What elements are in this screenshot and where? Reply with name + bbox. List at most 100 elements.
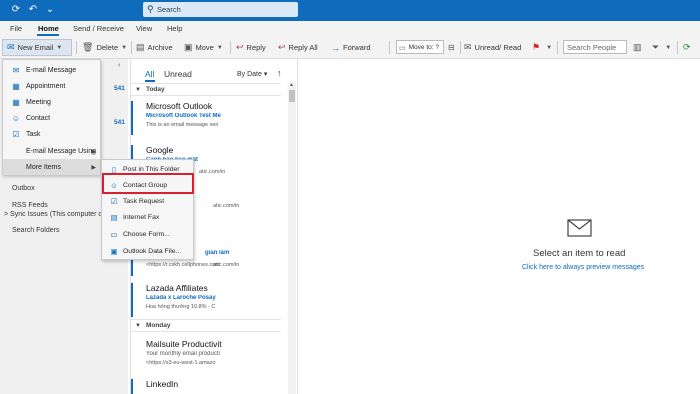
reply-label: Reply: [246, 43, 266, 52]
unread-read-label: Unread/ Read: [474, 43, 522, 52]
collapse-pane-icon[interactable]: ‹: [118, 62, 120, 69]
message-list-scrollbar[interactable]: [288, 82, 296, 394]
forward-label: Forward: [343, 43, 371, 52]
menu-item-label: Task Request: [123, 198, 165, 205]
data-file-icon: ▣: [110, 247, 118, 256]
undo-icon[interactable]: ↶: [27, 4, 39, 16]
contact-group-highlight: [102, 173, 194, 194]
message-subject: Lazada x Laroche Posay: [146, 295, 216, 301]
reading-pane-title: Select an item to read: [533, 248, 626, 259]
menu-item-contact[interactable]: ☺ Contact: [3, 110, 100, 126]
reply-button[interactable]: ↩ Reply: [236, 41, 266, 54]
customize-icon[interactable]: ⌄: [44, 4, 56, 16]
filter-button[interactable]: ⏷ ▼: [652, 41, 671, 54]
chevron-down-icon: ▼: [216, 44, 223, 51]
folder-rss-feeds[interactable]: RSS Feeds: [12, 202, 48, 209]
ribbon-divider: [557, 41, 558, 54]
tab-help[interactable]: Help: [167, 24, 182, 33]
contact-icon: ☺: [11, 113, 21, 123]
ribbon-divider: [460, 41, 461, 54]
forward-icon: →: [331, 42, 340, 53]
address-book-icon: ▥: [633, 42, 642, 52]
flag-button[interactable]: ⚑ ▼: [532, 41, 552, 54]
envelope-icon: [567, 219, 592, 237]
message-subject: gian làm: [205, 250, 230, 256]
chevron-right-icon: ▶: [91, 164, 96, 171]
filter-all[interactable]: All: [145, 69, 154, 79]
menu-item-task[interactable]: ☑ Task: [3, 126, 100, 142]
move-button[interactable]: ▣ Move ▼: [184, 41, 223, 54]
search-people-input[interactable]: Search People: [563, 40, 627, 54]
message-preview: <https://s3-eu-west-1.amazo: [146, 360, 216, 366]
message-preview: atic.com/in: [199, 169, 226, 175]
menu-item-task-request[interactable]: ☑ Task Request: [102, 193, 193, 210]
envelope-icon: ✉: [464, 42, 472, 52]
delete-button[interactable]: 🗑 Delete ▼: [82, 41, 127, 54]
move-icon: ▣: [184, 42, 193, 52]
menu-item-meeting[interactable]: ▦ Meeting: [3, 94, 100, 110]
menu-item-choose-form[interactable]: ▭ Choose Form...: [102, 226, 193, 243]
unread-read-button[interactable]: ✉ Unread/ Read: [464, 41, 521, 54]
message-preview: This is an email message sen: [146, 122, 219, 128]
sync-icon[interactable]: ⟳: [10, 4, 22, 16]
sync-icon: ⟳: [683, 42, 691, 52]
message-sender: Google: [146, 145, 174, 155]
archive-label: Archive: [147, 43, 173, 52]
chevron-right-icon: ▶: [91, 148, 96, 155]
menu-item-more-items[interactable]: More Items ▶: [3, 159, 100, 175]
ribbon-divider: [76, 41, 77, 54]
scrollbar-thumb[interactable]: [289, 90, 295, 102]
quicksteps-expand[interactable]: ⊟: [448, 41, 458, 54]
meeting-icon: ▦: [12, 97, 20, 107]
ribbon-divider: [677, 41, 678, 54]
reply-icon: ↩: [236, 42, 244, 52]
menu-item-email-message-using[interactable]: E-mail Message Using ▶: [3, 143, 100, 159]
unread-indicator: [131, 101, 133, 135]
menu-item-outlook-data-file[interactable]: ▣ Outlook Data File...: [102, 243, 193, 260]
folder-outbox[interactable]: Outbox: [12, 185, 35, 192]
group-divider: [131, 83, 281, 84]
search-people-placeholder: Search People: [567, 43, 617, 52]
tab-home[interactable]: Home: [38, 24, 59, 33]
group-divider: [131, 95, 281, 96]
move-to-label-wrap: ▭ Move to: ?: [399, 41, 439, 54]
reading-pane: [299, 59, 700, 394]
group-header-today[interactable]: ▼ Today: [135, 86, 165, 93]
unread-count: 541: [114, 119, 125, 126]
always-preview-link[interactable]: Click here to always preview messages: [522, 264, 644, 271]
tab-view[interactable]: View: [136, 24, 152, 33]
menu-item-label: E-mail Message: [26, 66, 77, 74]
new-email-button[interactable]: ✉ New Email ▼: [7, 41, 62, 54]
group-header-monday[interactable]: ▼ Monday: [135, 322, 171, 329]
group-divider: [131, 319, 281, 320]
message-subject: Your monthly email producti: [146, 351, 220, 357]
folder-search-folders[interactable]: Search Folders: [12, 227, 59, 234]
new-email-icon: ✉: [7, 42, 15, 52]
calendar-icon: ▦: [12, 81, 20, 91]
tab-send-receive[interactable]: Send / Receive: [73, 24, 124, 33]
menu-tabs: File Home Send / Receive View Help: [0, 21, 700, 36]
scroll-up-icon[interactable]: ▲: [289, 82, 294, 88]
menu-item-email-message[interactable]: ✉ E-mail Message: [3, 62, 100, 78]
archive-button[interactable]: ▤ Archive: [136, 41, 173, 54]
search-placeholder: Search: [157, 5, 181, 14]
folder-sync-issues[interactable]: > Sync Issues (This computer on: [4, 211, 106, 218]
menu-item-appointment[interactable]: ▦ Appointment: [3, 78, 100, 94]
search-box[interactable]: ⚲ Search: [143, 2, 298, 17]
tab-file[interactable]: File: [10, 24, 22, 33]
reply-all-button[interactable]: ↩ Reply All: [278, 41, 318, 54]
menu-item-label: Appointment: [26, 82, 66, 90]
chevron-down-icon[interactable]: ▼: [56, 45, 62, 51]
menu-item-label: Meeting: [26, 98, 51, 106]
new-email-label: New Email: [17, 43, 54, 52]
filter-unread[interactable]: Unread: [164, 69, 192, 79]
menu-item-label: More Items: [26, 163, 62, 171]
sort-direction-icon[interactable]: ↑: [277, 68, 282, 78]
address-book-button[interactable]: ▥: [633, 41, 645, 54]
folder-icon: ▭: [399, 44, 406, 52]
sort-dropdown[interactable]: By Date ▾: [237, 70, 267, 78]
forward-button[interactable]: → Forward: [331, 41, 371, 54]
send-receive-all-button[interactable]: ⟳: [683, 41, 694, 54]
group-label: Today: [145, 86, 165, 93]
menu-item-internet-fax[interactable]: ▤ Internet Fax: [102, 209, 193, 226]
